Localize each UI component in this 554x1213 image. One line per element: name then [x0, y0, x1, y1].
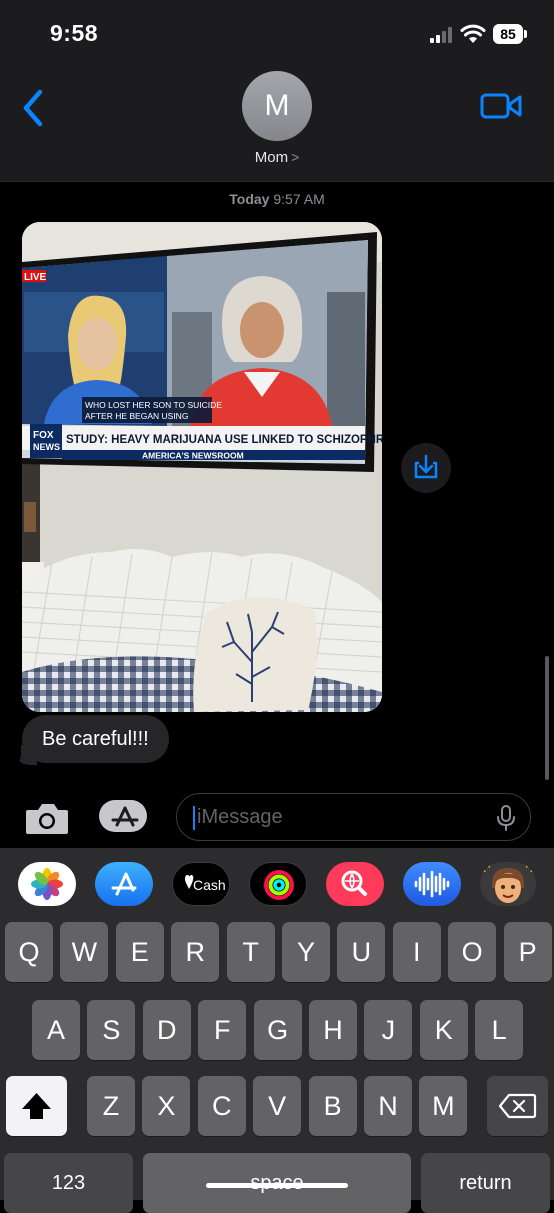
- shift-key[interactable]: [6, 1076, 67, 1136]
- key-f[interactable]: F: [198, 1000, 247, 1060]
- bubble-tail-mask: [3, 740, 21, 768]
- key-m[interactable]: M: [419, 1076, 468, 1136]
- imessage-app-drawer: Cash: [0, 848, 554, 920]
- key-e[interactable]: E: [115, 922, 164, 982]
- status-time: 9:58: [50, 20, 99, 46]
- key-s[interactable]: S: [87, 1000, 136, 1060]
- key-l[interactable]: L: [475, 1000, 524, 1060]
- web-images-app-icon[interactable]: [326, 862, 384, 906]
- fitness-app-icon[interactable]: [249, 862, 307, 906]
- contact-name-row[interactable]: Mom >: [0, 149, 554, 166]
- timestamp-day: Today: [229, 191, 270, 207]
- key-j[interactable]: J: [364, 1000, 413, 1060]
- key-t[interactable]: T: [226, 922, 275, 982]
- tv-headline: STUDY: HEAVY MARIJUANA USE LINKED TO SCH…: [66, 434, 382, 446]
- tv-logo-line2: NEWS: [33, 442, 60, 452]
- facetime-video-icon[interactable]: [480, 92, 522, 120]
- key-n[interactable]: N: [364, 1076, 412, 1136]
- text-cursor: [193, 806, 195, 830]
- photos-app-icon[interactable]: [18, 862, 76, 906]
- key-d[interactable]: D: [142, 1000, 191, 1060]
- app-store-app-icon[interactable]: [95, 862, 153, 906]
- return-key[interactable]: return: [421, 1153, 550, 1213]
- message-timestamp: Today 9:57 AM: [0, 191, 554, 207]
- tv-logo-line1: FOX: [33, 430, 54, 441]
- wifi-icon: [460, 24, 486, 43]
- camera-icon[interactable]: [24, 800, 70, 836]
- key-h[interactable]: H: [309, 1000, 357, 1060]
- microphone-icon[interactable]: [495, 805, 517, 831]
- key-v[interactable]: V: [253, 1076, 302, 1136]
- timestamp-time: 9:57 AM: [273, 191, 325, 207]
- app-store-drawer-button[interactable]: [97, 798, 151, 834]
- key-o[interactable]: O: [448, 922, 497, 982]
- incoming-message-bubble[interactable]: Be careful!!!: [22, 715, 169, 763]
- conversation-scrollbar[interactable]: [545, 656, 549, 780]
- key-g[interactable]: G: [253, 1000, 302, 1060]
- delete-key[interactable]: [487, 1076, 548, 1136]
- key-r[interactable]: R: [171, 922, 220, 982]
- key-u[interactable]: U: [337, 922, 386, 982]
- keyboard: QWERTYUIOP ASDFGHJKL ZXCVBNM 123 space r…: [0, 920, 554, 1213]
- key-c[interactable]: C: [197, 1076, 246, 1136]
- numbers-key[interactable]: 123: [4, 1153, 133, 1213]
- tv-show-name: AMERICA'S NEWSROOM: [142, 451, 244, 461]
- key-b[interactable]: B: [308, 1076, 357, 1136]
- key-w[interactable]: W: [60, 922, 109, 982]
- tv-live-badge: LIVE: [24, 272, 47, 283]
- imessage-input[interactable]: iMessage: [176, 793, 531, 841]
- app-store-icon: [99, 800, 147, 832]
- backspace-icon: [498, 1093, 537, 1119]
- photo-message[interactable]: LIVE WHO LOST HER SON TO SUICIDE AFTER H…: [22, 222, 382, 712]
- contact-chevron-icon: >: [291, 149, 300, 165]
- shift-arrow-icon: [22, 1093, 51, 1119]
- key-y[interactable]: Y: [282, 922, 330, 982]
- status-bar: 9:58 85: [0, 0, 554, 70]
- cash-label: Cash: [193, 877, 226, 893]
- key-a[interactable]: A: [32, 1000, 80, 1060]
- key-x[interactable]: X: [142, 1076, 191, 1136]
- back-chevron-icon[interactable]: [16, 88, 52, 128]
- cash-app-icon[interactable]: Cash: [172, 862, 230, 906]
- battery-icon: 85: [493, 24, 523, 44]
- conversation-header: M Mom >: [0, 70, 554, 182]
- key-q[interactable]: Q: [5, 922, 53, 982]
- contact-avatar[interactable]: M: [242, 71, 312, 141]
- key-p[interactable]: P: [503, 922, 552, 982]
- home-indicator: [206, 1183, 348, 1188]
- key-i[interactable]: I: [392, 922, 441, 982]
- tv-caption-line2: AFTER HE BEGAN USING: [85, 411, 188, 421]
- key-k[interactable]: K: [419, 1000, 468, 1060]
- photo-content: LIVE WHO LOST HER SON TO SUICIDE AFTER H…: [22, 222, 382, 712]
- cellular-signal-icon: [430, 27, 456, 43]
- download-icon: [414, 454, 438, 479]
- key-z[interactable]: Z: [87, 1076, 135, 1136]
- memoji-app-icon[interactable]: [480, 862, 536, 906]
- battery-tip: [524, 30, 527, 38]
- audio-message-app-icon[interactable]: [403, 862, 461, 906]
- save-photo-button[interactable]: [401, 443, 451, 493]
- imessage-placeholder: iMessage: [197, 806, 283, 828]
- tv-caption-line1: WHO LOST HER SON TO SUICIDE: [85, 400, 222, 410]
- contact-name: Mom: [254, 149, 289, 166]
